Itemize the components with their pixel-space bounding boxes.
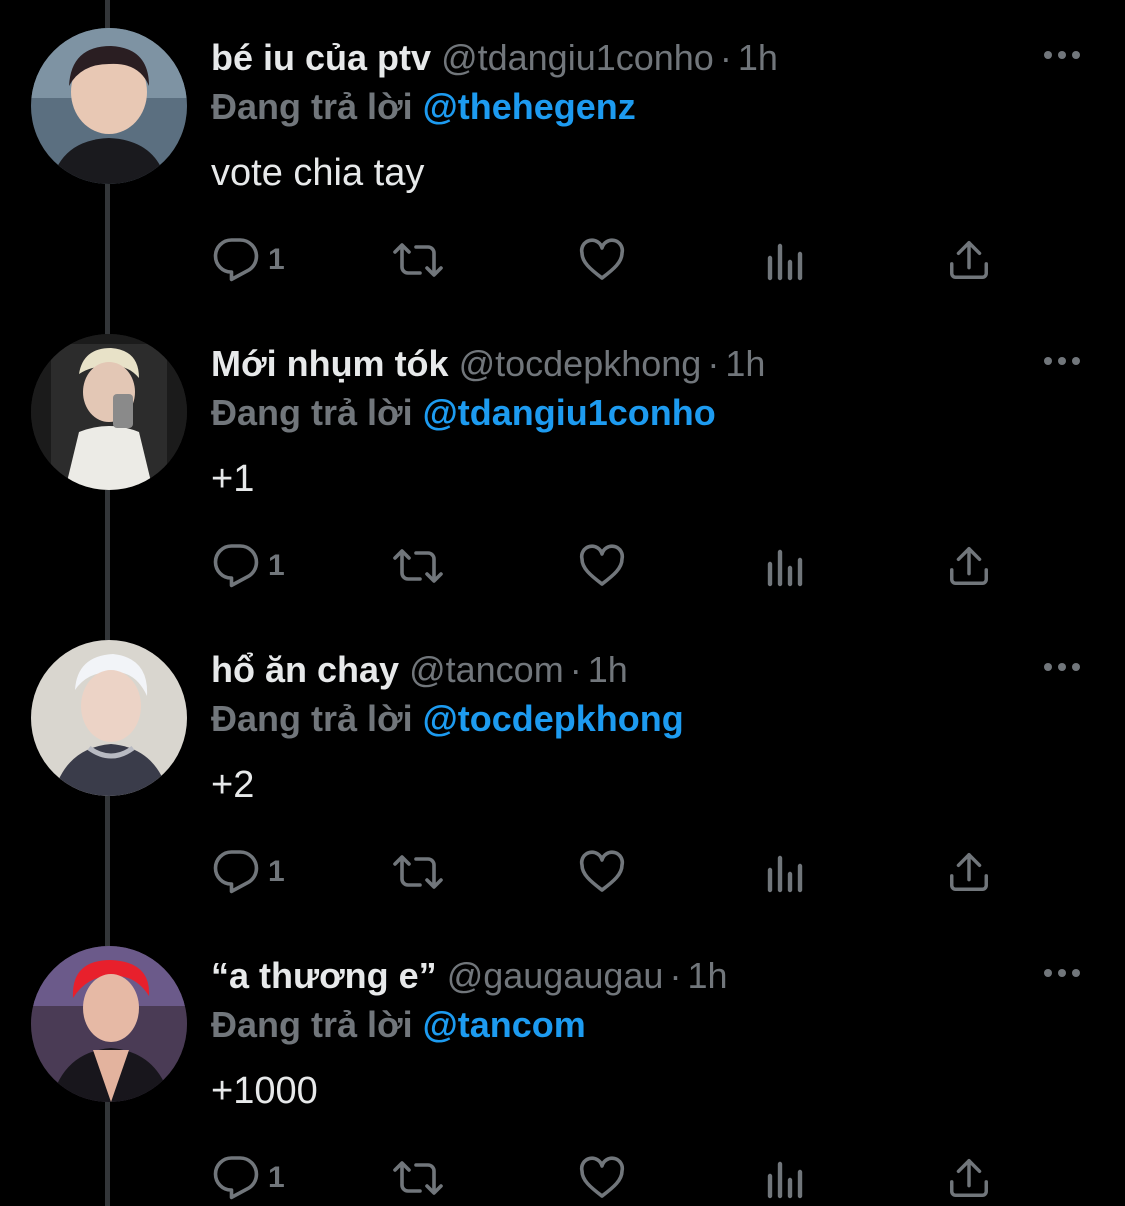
share-button[interactable] [946, 232, 992, 288]
more-icon[interactable] [1040, 958, 1084, 988]
retweet-button[interactable] [392, 1150, 444, 1206]
replying-to-line: Đang trả lời @thehegenz [211, 84, 636, 130]
tweet[interactable]: Mới nhụm tók @tocdepkhong · 1h Đang trả lờ… [0, 306, 1125, 612]
views-icon [764, 236, 808, 284]
replying-to-label: Đang trả lời [211, 86, 413, 127]
reply-icon [212, 1154, 260, 1202]
views-icon [764, 542, 808, 590]
tweet-text: +1 [211, 458, 255, 500]
user-handle[interactable]: @tdangiu1conho [441, 37, 714, 78]
reply-icon [212, 236, 260, 284]
retweet-icon [392, 236, 444, 284]
separator-dot: · [569, 649, 582, 690]
timestamp[interactable]: 1h [687, 955, 727, 996]
reply-count: 1 [268, 855, 285, 888]
like-button[interactable] [578, 232, 626, 288]
views-button[interactable] [764, 1150, 808, 1206]
avatar[interactable] [31, 28, 187, 184]
more-icon[interactable] [1040, 40, 1084, 70]
tweet-actions: 1 [212, 844, 1002, 900]
separator-dot: · [719, 37, 732, 78]
retweet-icon [392, 542, 444, 590]
tweet-actions: 1 [212, 232, 1002, 288]
tweet[interactable]: “a thương e” @gaugaugau · 1h Đang trả lời … [0, 918, 1125, 1206]
tweet-actions: 1 [212, 538, 1002, 594]
replying-to-label: Đang trả lời [211, 392, 413, 433]
retweet-button[interactable] [392, 232, 444, 288]
retweet-button[interactable] [392, 538, 444, 594]
display-name[interactable]: Mới nhụm tók [211, 343, 449, 384]
avatar[interactable] [31, 334, 187, 490]
like-icon [578, 542, 626, 590]
reply-icon [212, 542, 260, 590]
more-icon[interactable] [1040, 346, 1084, 376]
tweet-text: vote chia tay [211, 152, 425, 194]
reply-icon [212, 848, 260, 896]
user-handle[interactable]: @gaugaugau [447, 955, 664, 996]
display-name[interactable]: “a thương e” [211, 955, 437, 996]
user-handle[interactable]: @tocdepkhong [459, 343, 702, 384]
share-icon [946, 848, 992, 896]
tweet-text: +2 [211, 764, 255, 806]
tweet-header: Mới nhụm tók @tocdepkhong · 1h [211, 339, 765, 389]
replying-to-label: Đang trả lời [211, 698, 413, 739]
avatar[interactable] [31, 946, 187, 1102]
reply-count: 1 [268, 549, 285, 582]
reply-button[interactable]: 1 [212, 538, 285, 594]
replying-to-handle[interactable]: @thehegenz [423, 86, 636, 127]
views-button[interactable] [764, 232, 808, 288]
tweet-header: hổ ăn chay @tancom · 1h [211, 645, 628, 695]
views-icon [764, 848, 808, 896]
retweet-button[interactable] [392, 844, 444, 900]
replying-to-handle[interactable]: @tancom [423, 1004, 586, 1045]
share-icon [946, 236, 992, 284]
tweet-header: “a thương e” @gaugaugau · 1h [211, 951, 727, 1001]
like-button[interactable] [578, 538, 626, 594]
replying-to-handle[interactable]: @tocdepkhong [423, 698, 684, 739]
timestamp[interactable]: 1h [725, 343, 765, 384]
display-name[interactable]: bé iu của ptv [211, 37, 431, 78]
reply-count: 1 [268, 1161, 285, 1194]
replying-to-line: Đang trả lời @tocdepkhong [211, 696, 684, 742]
retweet-icon [392, 848, 444, 896]
avatar[interactable] [31, 640, 187, 796]
separator-dot: · [669, 955, 682, 996]
replying-to-line: Đang trả lời @tancom [211, 1002, 586, 1048]
views-button[interactable] [764, 538, 808, 594]
like-button[interactable] [578, 1150, 626, 1206]
tweet[interactable]: bé iu của ptv @tdangiu1conho · 1h Đang trả… [0, 0, 1125, 306]
timestamp[interactable]: 1h [588, 649, 628, 690]
tweet-text: +1000 [211, 1070, 318, 1112]
reply-button[interactable]: 1 [212, 1150, 285, 1206]
separator-dot: · [707, 343, 720, 384]
reply-button[interactable]: 1 [212, 232, 285, 288]
tweet-header: bé iu của ptv @tdangiu1conho · 1h [211, 33, 778, 83]
tweet-actions: 1 [212, 1150, 1002, 1206]
share-icon [946, 542, 992, 590]
reply-count: 1 [268, 243, 285, 276]
share-button[interactable] [946, 1150, 992, 1206]
views-icon [764, 1154, 808, 1202]
like-icon [578, 236, 626, 284]
user-handle[interactable]: @tancom [409, 649, 564, 690]
replying-to-line: Đang trả lời @tdangiu1conho [211, 390, 716, 436]
more-icon[interactable] [1040, 652, 1084, 682]
like-icon [578, 1154, 626, 1202]
tweet[interactable]: hổ ăn chay @tancom · 1h Đang trả lời @tocd… [0, 612, 1125, 918]
like-button[interactable] [578, 844, 626, 900]
timestamp[interactable]: 1h [738, 37, 778, 78]
display-name[interactable]: hổ ăn chay [211, 649, 399, 690]
reply-button[interactable]: 1 [212, 844, 285, 900]
share-button[interactable] [946, 844, 992, 900]
retweet-icon [392, 1154, 444, 1202]
views-button[interactable] [764, 844, 808, 900]
reply-thread: bé iu của ptv @tdangiu1conho · 1h Đang trả… [0, 0, 1125, 1206]
share-icon [946, 1154, 992, 1202]
replying-to-handle[interactable]: @tdangiu1conho [423, 392, 716, 433]
replying-to-label: Đang trả lời [211, 1004, 413, 1045]
like-icon [578, 848, 626, 896]
share-button[interactable] [946, 538, 992, 594]
